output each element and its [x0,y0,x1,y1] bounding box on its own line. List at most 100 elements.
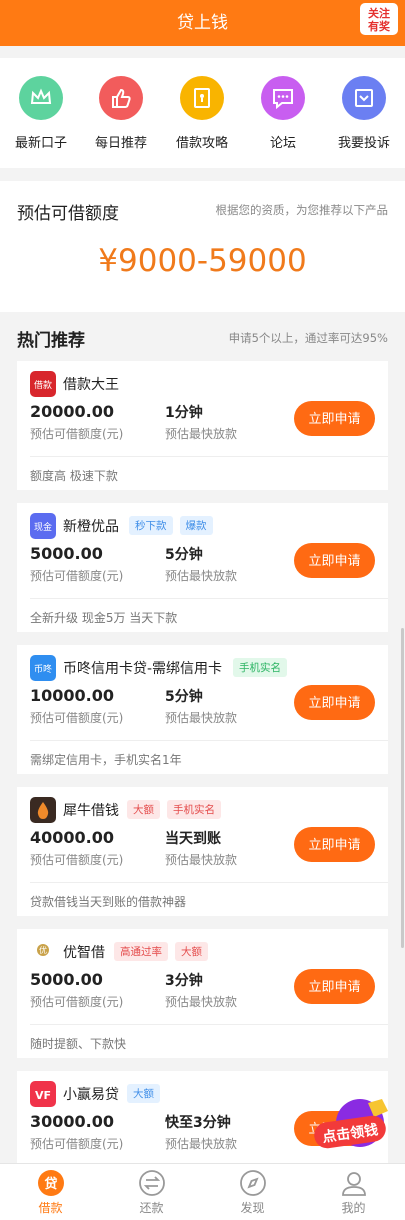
speed-label: 预估最快放款 [165,1137,238,1151]
product-name: 币咚信用卡贷-需绑信用卡 [63,661,223,677]
product-speed: 5分钟 [165,689,203,705]
product-name: 犀牛借钱 [63,803,119,819]
product-desc: 需绑定信用卡，手机实名1年 [30,753,182,767]
product-desc: 随时提额、下款快 [30,1037,127,1051]
svg-text:VF: VF [35,1089,51,1102]
product-logo: 币咚 [30,655,56,681]
svg-text:币咚: 币咚 [34,663,52,675]
tag: 手机实名 [167,800,221,819]
amount-label: 预估可借额度(元) [30,995,124,1009]
estimate-amount: ¥9000-59000 [98,243,307,279]
menu-forum[interactable]: 论坛 [243,76,323,151]
product-amount: 5000.00 [30,970,103,989]
product-card[interactable]: 优 优智借 高通过率 大额 5000.00 预估可借额度(元) 3分钟 预估最快… [17,929,388,1058]
bottom-tab-bar: 贷 借款 还款 发现 我的 [0,1163,405,1220]
product-speed: 3分钟 [165,973,203,989]
estimate-note: 根据您的资质，为您推荐以下产品 [215,203,389,217]
tab-mine[interactable]: 我的 [303,1164,404,1220]
product-logo [30,797,56,823]
hot-title: 热门推荐 [17,331,85,351]
svg-text:关注: 关注 [368,6,390,20]
tab-repay[interactable]: 还款 [101,1164,202,1220]
menu-complaint[interactable]: 我要投诉 [324,76,404,151]
product-desc: 贷款借钱当天到账的借款神器 [30,895,187,909]
apply-button[interactable]: 立即申请 [294,969,375,1004]
amount-label: 预估可借额度(元) [30,1137,124,1151]
product-speed: 5分钟 [165,547,203,563]
app-header: 贷上钱 关注 有奖 [0,0,405,46]
speed-label: 预估最快放款 [165,853,238,867]
speed-label: 预估最快放款 [165,711,238,725]
estimate-title: 预估可借额度 [17,204,119,224]
speed-label: 预估最快放款 [165,995,238,1009]
apply-button[interactable]: 立即申请 [294,543,375,578]
tab-discover[interactable]: 发现 [202,1164,303,1220]
product-logo: VF [30,1081,56,1107]
product-speed: 1分钟 [165,405,203,421]
tag: 高通过率 [114,942,168,961]
tab-loan[interactable]: 贷 借款 [0,1164,101,1220]
apply-button[interactable]: 立即申请 [294,827,375,862]
product-logo: 优 [30,939,56,965]
menu-daily-recommend[interactable]: 每日推荐 [81,76,161,151]
amount-label: 预估可借额度(元) [30,569,124,583]
book-icon [180,76,224,120]
product-tags: 秒下款 爆款 [129,516,213,535]
product-card[interactable]: 现金 新橙优品 秒下款 爆款 5000.00 预估可借额度(元) 5分钟 预估最… [17,503,388,632]
chat-icon [261,76,305,120]
hot-note: 申请5个以上，通过率可达95% [228,331,388,345]
thumbs-up-icon [99,76,143,120]
menu-loan-guide[interactable]: 借款攻略 [162,76,242,151]
product-name: 借款大王 [63,377,119,393]
product-speed: 快至3分钟 [165,1115,231,1131]
tag: 大额 [127,800,160,819]
amount-label: 预估可借额度(元) [30,427,124,441]
tag: 秒下款 [129,516,173,535]
speed-label: 预估最快放款 [165,569,238,583]
divider [30,740,388,741]
product-amount: 30000.00 [30,1112,115,1131]
divider [30,1024,388,1025]
product-card[interactable]: 犀牛借钱 大额 手机实名 40000.00 预估可借额度(元) 当天到账 预估最… [17,787,388,916]
product-tags: 大额 [127,1084,160,1103]
divider [30,882,388,883]
amount-label: 预估可借额度(元) [30,853,124,867]
product-tags: 高通过率 大额 [114,942,208,961]
crown-icon [19,76,63,120]
page-title: 贷上钱 [177,13,228,33]
quick-menu: 最新口子 每日推荐 借款攻略 论坛 我要投诉 [0,58,405,168]
product-amount: 20000.00 [30,402,115,421]
product-name: 新橙优品 [63,519,119,535]
claim-money-badge[interactable]: 点击领钱 [310,1093,394,1165]
product-name: 优智借 [63,945,105,961]
follow-reward-badge[interactable]: 关注 有奖 [359,2,399,36]
tag: 大额 [127,1084,160,1103]
scrollbar[interactable] [401,628,404,948]
svg-text:借款: 借款 [34,379,52,391]
apply-button[interactable]: 立即申请 [294,685,375,720]
inbox-icon [342,76,386,120]
product-amount: 40000.00 [30,828,115,847]
product-card[interactable]: 币咚 币咚信用卡贷-需绑信用卡 手机实名 10000.00 预估可借额度(元) … [17,645,388,774]
svg-text:现金: 现金 [34,521,52,533]
product-tags: 手机实名 [233,658,287,677]
product-name: 小赢易贷 [63,1087,119,1103]
tag: 爆款 [179,516,213,535]
user-icon [340,1169,368,1197]
product-logo: 借款 [30,371,56,397]
loan-icon: 贷 [37,1169,65,1197]
menu-latest[interactable]: 最新口子 [1,76,81,151]
apply-button[interactable]: 立即申请 [294,401,375,436]
svg-text:贷: 贷 [44,1176,57,1192]
divider [30,456,388,457]
svg-text:有奖: 有奖 [368,19,391,33]
product-desc: 全新升级 现金5万 当天下款 [30,611,178,625]
tag: 手机实名 [233,658,287,677]
tag: 大额 [175,942,208,961]
compass-icon [239,1169,267,1197]
divider [30,598,388,599]
product-tags: 大额 手机实名 [127,800,221,819]
product-logo: 现金 [30,513,56,539]
amount-label: 预估可借额度(元) [30,711,124,725]
product-card[interactable]: 借款 借款大王 20000.00 预估可借额度(元) 1分钟 预估最快放款 立即… [17,361,388,490]
